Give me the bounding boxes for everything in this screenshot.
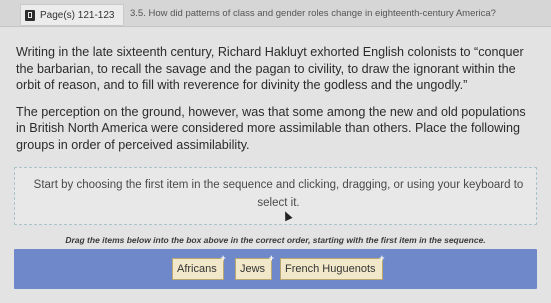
pages-label: Page(s) 121-123	[40, 9, 115, 21]
drag-item-french-huguenots[interactable]: French Huguenots +	[280, 253, 385, 280]
drag-item-label: Africans	[177, 263, 217, 275]
passage-paragraph-1: Writing in the late sixteenth century, R…	[16, 45, 524, 92]
plus-icon: +	[220, 253, 226, 263]
book-icon	[25, 9, 35, 21]
plus-icon: +	[379, 253, 385, 263]
drag-instruction: Drag the items below into the box above …	[65, 235, 486, 245]
question-title: 3.5. How did patterns of class and gende…	[130, 8, 496, 19]
passage-paragraph-2: The perception on the ground, however, w…	[16, 104, 526, 152]
passage: Writing in the late sixteenth century, R…	[16, 44, 536, 163]
drag-item-label: Jews	[240, 263, 266, 275]
drop-zone-instruction: Start by choosing the first item in the …	[33, 179, 524, 209]
pages-tab[interactable]: Page(s) 121-123	[20, 4, 124, 26]
drag-item-jews[interactable]: Jews +	[235, 253, 274, 280]
plus-icon: +	[268, 253, 275, 263]
page: Page(s) 121-123 3.5. How did patterns of…	[0, 0, 551, 303]
sequence-drop-zone[interactable]: Start by choosing the first item in the …	[14, 167, 537, 225]
drag-items-tray: Africans + Jews + French Huguenots +	[14, 249, 537, 289]
header-bar: Page(s) 121-123 3.5. How did patterns of…	[0, 0, 551, 27]
drag-item-africans[interactable]: Africans +	[172, 253, 226, 280]
drag-item-label: French Huguenots	[285, 263, 376, 275]
